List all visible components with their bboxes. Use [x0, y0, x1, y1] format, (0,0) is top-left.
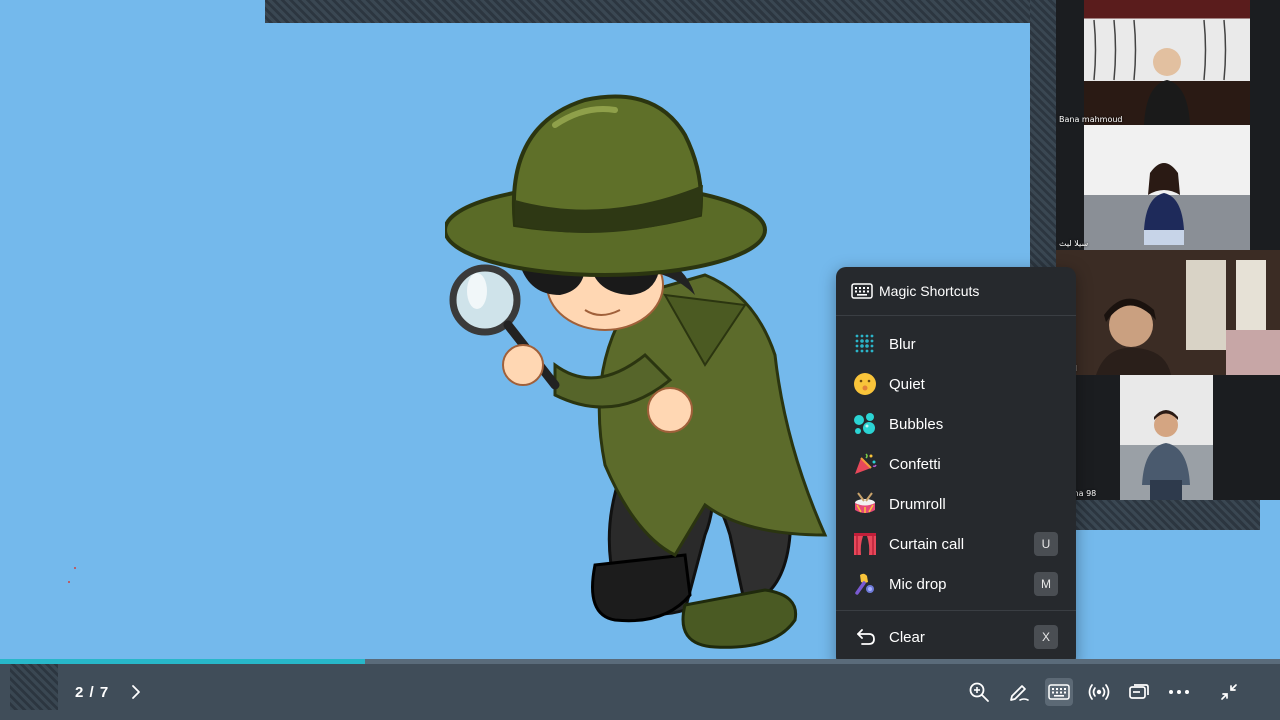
participant-tile[interactable]: ryad — [1056, 250, 1280, 375]
menu-header: Magic Shortcuts — [836, 267, 1076, 316]
broadcast-icon — [1088, 684, 1110, 700]
slide-thumbnail[interactable] — [10, 664, 58, 710]
magic-shortcuts-menu: Magic Shortcuts Blur Quiet Bubbles Confe… — [836, 267, 1076, 667]
blur-icon — [852, 331, 878, 357]
mic-drop-icon — [852, 571, 878, 597]
shortcut-label: Quiet — [889, 375, 925, 393]
more-options-button[interactable] — [1165, 678, 1193, 706]
participant-tile[interactable]: evana 98 — [1056, 375, 1280, 500]
undo-arrow-icon — [854, 625, 878, 649]
shortcut-label: Bubbles — [889, 415, 944, 433]
chevron-right-icon — [132, 685, 140, 699]
shortcut-label: Mic drop — [889, 575, 947, 593]
shortcut-mic-drop[interactable]: Mic drop M — [836, 564, 1076, 604]
minimize-icon — [1221, 684, 1237, 700]
shortcut-quiet[interactable]: Quiet — [836, 364, 1076, 404]
participant-tile[interactable]: Bana mahmoud — [1056, 106, 1156, 126]
shortcut-bubbles[interactable]: Bubbles — [836, 404, 1076, 444]
shortcut-blur[interactable]: Blur — [836, 324, 1076, 364]
participant-name: Bana mahmoud — [1059, 115, 1123, 124]
draw-button[interactable] — [1005, 678, 1033, 706]
decorative-dots — [68, 565, 78, 585]
keyboard-icon — [851, 283, 873, 299]
shortcut-label: Curtain call — [889, 535, 965, 553]
shortcut-drumroll[interactable]: Drumroll — [836, 484, 1076, 524]
shortcut-key-badge: X — [1034, 625, 1058, 649]
presenter-toolbar: 2 / 7 — [0, 664, 1280, 720]
shortcut-label: Confetti — [889, 455, 941, 473]
presenter-view-button[interactable] — [1125, 678, 1153, 706]
live-broadcast-button[interactable] — [1085, 678, 1113, 706]
draw-pen-icon — [1010, 685, 1029, 701]
drum-icon — [852, 491, 878, 517]
keyboard-icon — [1048, 684, 1070, 700]
magic-shortcuts-button[interactable] — [1045, 678, 1073, 706]
shortcut-curtain-call[interactable]: Curtain call U — [836, 524, 1076, 564]
shortcut-key-badge: U — [1034, 532, 1058, 556]
shortcut-confetti[interactable]: Confetti — [836, 444, 1076, 484]
participant-video — [1084, 125, 1250, 250]
zoom-in-icon — [969, 682, 989, 702]
participant-video — [1056, 250, 1280, 375]
quiet-face-icon — [852, 371, 878, 397]
menu-title: Magic Shortcuts — [879, 283, 980, 299]
bubbles-icon — [852, 411, 878, 437]
confetti-icon — [852, 451, 878, 477]
participant-video — [1120, 375, 1213, 500]
participant-tile[interactable]: سيلا ليث — [1056, 125, 1280, 250]
more-icon — [1169, 690, 1189, 694]
zoom-button[interactable] — [965, 678, 993, 706]
next-slide-button[interactable] — [126, 682, 146, 702]
participants-panel: Bana mahmoud سيلا ليث ryad — [1056, 0, 1280, 500]
exit-fullscreen-button[interactable] — [1215, 678, 1243, 706]
shortcut-list: Blur Quiet Bubbles Confetti Drumroll Cur… — [836, 316, 1076, 604]
detective-illustration — [445, 94, 828, 649]
curtain-icon — [852, 531, 878, 557]
participant-name: سيلا ليث — [1059, 239, 1089, 248]
clear-label: Clear — [889, 628, 925, 646]
present-icon — [1129, 684, 1149, 699]
shortcut-label: Blur — [889, 335, 916, 353]
page-indicator: 2 / 7 — [75, 684, 110, 701]
shortcut-key-badge: M — [1034, 572, 1058, 596]
shortcut-clear[interactable]: Clear X — [836, 611, 1076, 663]
shortcut-label: Drumroll — [889, 495, 946, 513]
